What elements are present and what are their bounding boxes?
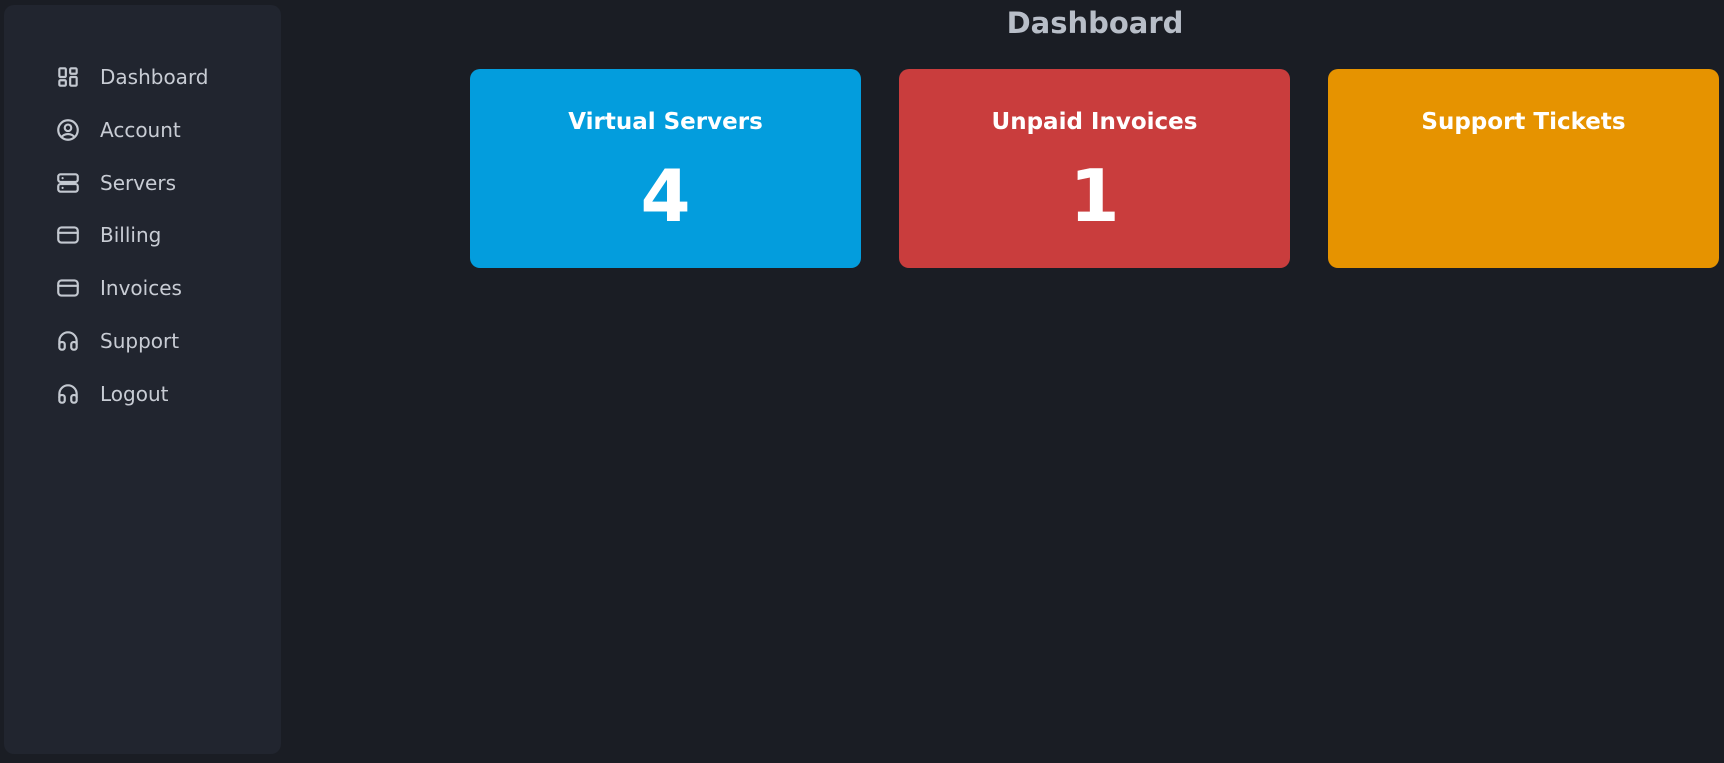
sidebar-item-label: Logout (100, 382, 169, 406)
card-virtual-servers[interactable]: Virtual Servers 4 (470, 69, 861, 268)
server-icon (54, 169, 82, 197)
sidebar-item-label: Billing (100, 223, 162, 247)
card-value: 1 (1069, 154, 1120, 238)
sidebar-item-logout[interactable]: Logout (54, 374, 264, 414)
sidebar: Dashboard Account Servers Billing Invoic… (4, 5, 281, 754)
sidebar-item-label: Invoices (100, 276, 182, 300)
sidebar-item-servers[interactable]: Servers (54, 163, 264, 203)
card-title: Support Tickets (1421, 109, 1626, 135)
card-support-tickets[interactable]: Support Tickets (1328, 69, 1719, 268)
sidebar-item-dashboard[interactable]: Dashboard (54, 57, 264, 97)
user-circle-icon (54, 116, 82, 144)
sidebar-item-support[interactable]: Support (54, 321, 264, 361)
card-title: Virtual Servers (568, 109, 763, 135)
card-value: 4 (640, 154, 691, 238)
card-unpaid-invoices[interactable]: Unpaid Invoices 1 (899, 69, 1290, 268)
sidebar-item-label: Dashboard (100, 65, 209, 89)
dashboard-icon (54, 63, 82, 91)
sidebar-item-label: Account (100, 118, 181, 142)
sidebar-item-label: Support (100, 329, 180, 353)
page-title: Dashboard (1006, 6, 1184, 40)
credit-card-icon (54, 274, 82, 302)
sidebar-item-account[interactable]: Account (54, 110, 264, 150)
headphones-icon (54, 380, 82, 408)
card-title: Unpaid Invoices (991, 109, 1198, 135)
sidebar-item-label: Servers (100, 171, 177, 195)
credit-card-icon (54, 221, 82, 249)
sidebar-item-billing[interactable]: Billing (54, 215, 264, 255)
sidebar-item-invoices[interactable]: Invoices (54, 268, 264, 308)
headphones-icon (54, 327, 82, 355)
